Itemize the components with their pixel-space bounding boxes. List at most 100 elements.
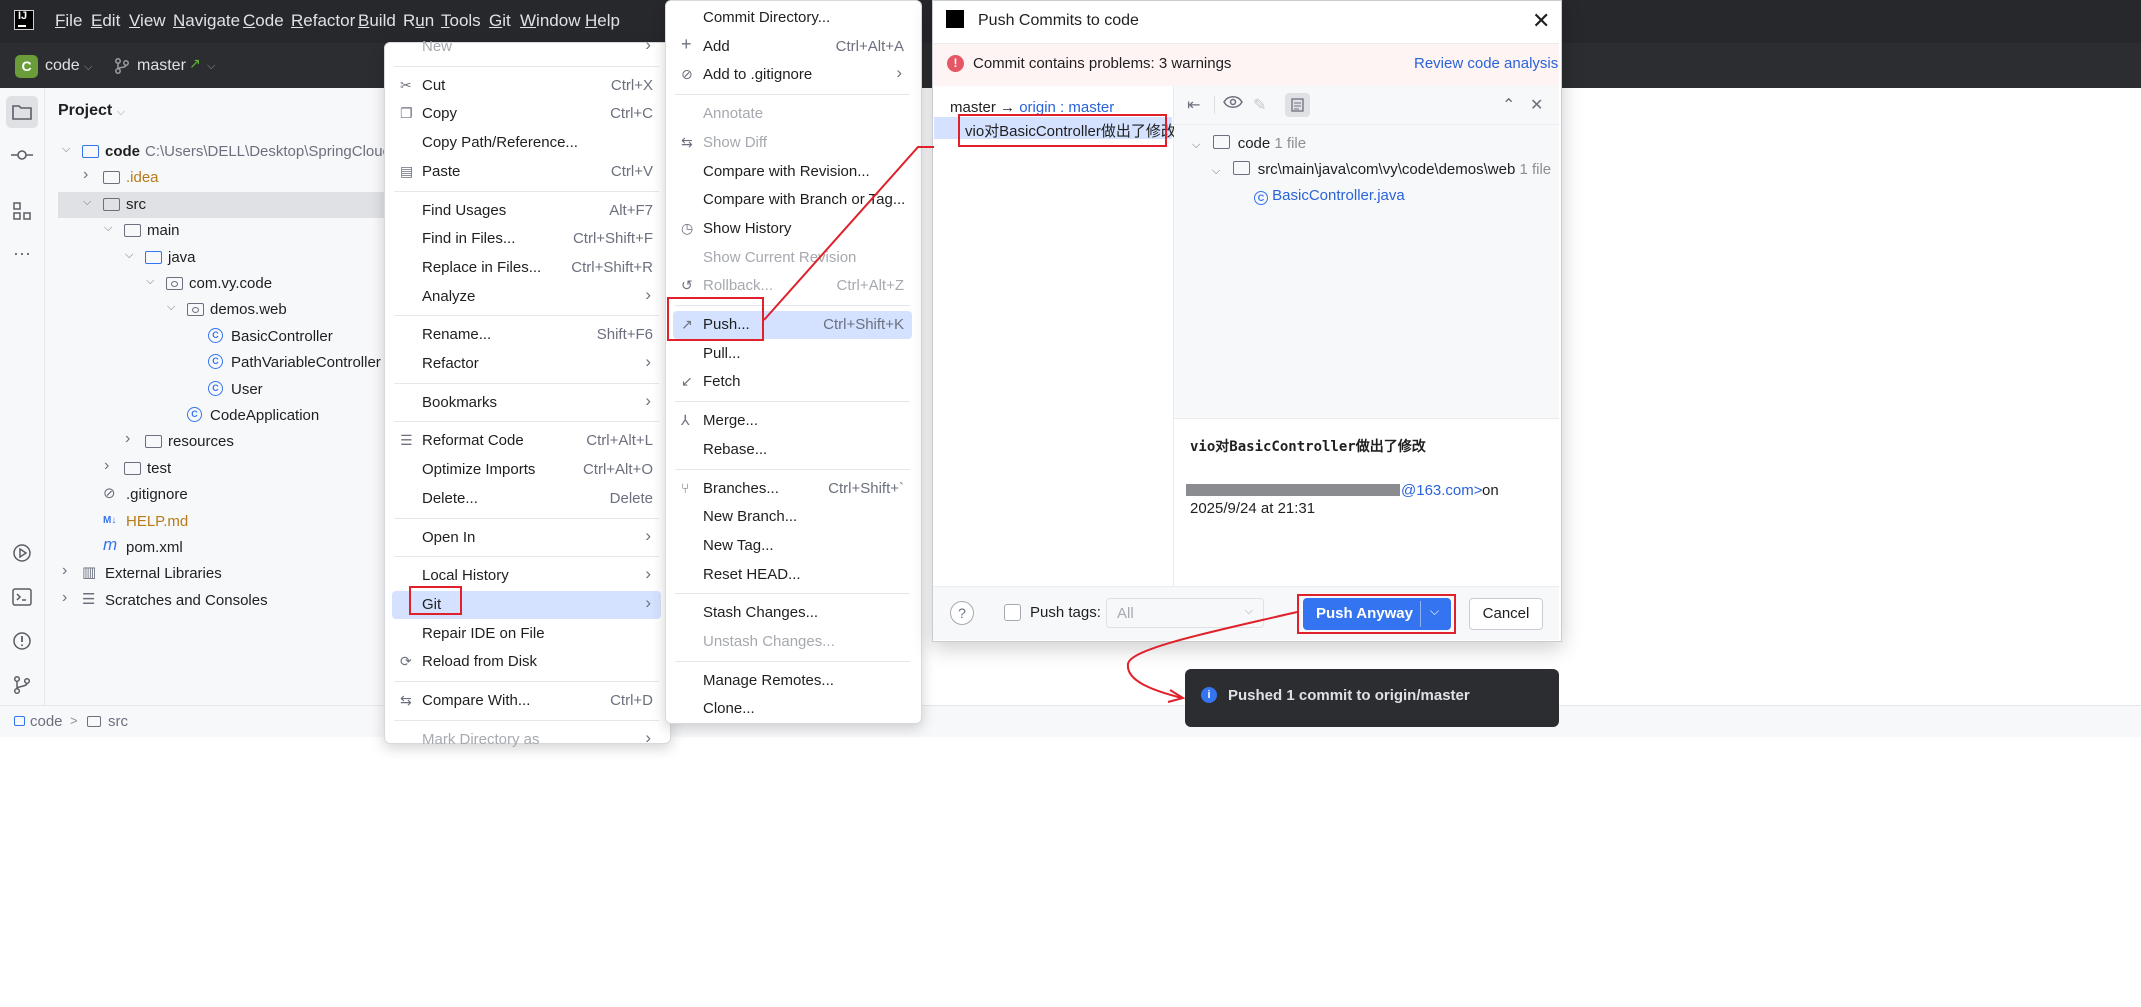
ctx-item-bookmarks[interactable]: Bookmarks ›	[392, 389, 661, 417]
git-item-new-branch[interactable]: New Branch...	[673, 503, 912, 531]
menu-help[interactable]: Help	[585, 11, 620, 31]
chevron-down-icon[interactable]: ⌵	[62, 143, 70, 156]
ctx-item-mark-directory-as[interactable]: Mark Directory as ›	[392, 726, 661, 754]
chevron-down-icon[interactable]: ⌵	[167, 301, 175, 314]
git-item-branches[interactable]: ⑂ Branches... Ctrl+Shift+`	[673, 475, 912, 503]
ctx-item-paste[interactable]: ▤ Paste Ctrl+V	[392, 158, 661, 186]
menu-build[interactable]: Build	[358, 11, 396, 31]
menu-window[interactable]: Window	[520, 11, 580, 31]
review-code-analysis-link[interactable]: Review code analysis	[1414, 55, 1558, 72]
ctx-item-refactor[interactable]: Refactor ›	[392, 350, 661, 378]
breadcrumb-src[interactable]: src	[108, 713, 128, 730]
ctx-item-find-in-files[interactable]: Find in Files... Ctrl+Shift+F	[392, 225, 661, 253]
chevron-right-icon[interactable]: ›	[104, 457, 109, 475]
git-item-clone[interactable]: Clone...	[673, 695, 912, 723]
intellij-logo-icon[interactable]: IJ	[12, 8, 36, 32]
ctx-item-open-in[interactable]: Open In ›	[392, 524, 661, 552]
ctx-item-find-usages[interactable]: Find Usages Alt+F7	[392, 197, 661, 225]
git-tool-icon[interactable]	[9, 672, 35, 698]
show-details-toggle[interactable]	[1285, 93, 1310, 117]
ctx-item-delete[interactable]: Delete... Delete	[392, 485, 661, 513]
tree-row-code[interactable]: ⌵ code C:\Users\DELL\Desktop\SpringCloud_9…	[58, 139, 416, 165]
tree-row-file[interactable]: C BasicController.java	[1254, 187, 1405, 205]
services-run-icon[interactable]	[9, 540, 35, 566]
menu-refactor[interactable]: Refactor	[291, 11, 355, 31]
menu-navigate[interactable]: Navigate	[173, 11, 240, 31]
git-item-reset-head[interactable]: Reset HEAD...	[673, 561, 912, 589]
ctx-item-cut[interactable]: ✂ Cut Ctrl+X	[392, 72, 661, 100]
terminal-icon[interactable]	[9, 584, 35, 610]
git-item-compare-with-branch-or-tag[interactable]: Compare with Branch or Tag...	[673, 186, 912, 214]
ctx-item-reload-from-disk[interactable]: ⟳ Reload from Disk	[392, 648, 661, 676]
tree-row-root[interactable]: ⌵ code 1 file	[1192, 135, 1306, 152]
git-item-merge[interactable]: ⅄ Merge...	[673, 407, 912, 435]
chevron-right-icon[interactable]: ›	[62, 589, 67, 607]
tree-row-gitignore[interactable]: ⊘ .gitignore	[58, 482, 385, 508]
tree-row-basiccontroller[interactable]: C BasicController	[58, 324, 385, 350]
git-item-add-to-gitignore[interactable]: ⊘ Add to .gitignore ›	[673, 61, 912, 89]
tree-row-pathvariablecontroller[interactable]: C PathVariableController	[58, 350, 385, 376]
project-panel-title[interactable]: Project ⌵	[58, 102, 125, 120]
ctx-item-repair-ide-on-file[interactable]: Repair IDE on File	[392, 620, 661, 648]
project-badge[interactable]: C	[15, 55, 38, 78]
git-item-new-tag[interactable]: New Tag...	[673, 532, 912, 560]
chevron-down-icon[interactable]: ⌵	[125, 249, 133, 262]
eye-icon[interactable]	[1223, 95, 1243, 114]
chevron-down-icon[interactable]: ⌵	[104, 222, 112, 235]
breadcrumb-code[interactable]: code	[30, 713, 63, 730]
author-email-link[interactable]: @163.com>	[1401, 482, 1483, 499]
menu-view[interactable]: View	[129, 11, 166, 31]
tree-row-demos-web[interactable]: ⌵ demos.web	[58, 297, 385, 323]
help-button[interactable]: ?	[950, 601, 974, 625]
git-item-stash-changes[interactable]: Stash Changes...	[673, 599, 912, 627]
tree-row-src[interactable]: ⌵ src	[58, 191, 385, 218]
branch-switcher[interactable]: master	[137, 57, 186, 75]
chevron-down-icon[interactable]: ⌵	[207, 60, 215, 73]
commit-tool-icon[interactable]	[9, 142, 35, 168]
chevron-down-icon[interactable]: ⌵	[146, 275, 154, 288]
ctx-item-rename[interactable]: Rename... Shift+F6	[392, 321, 661, 349]
chevron-right-icon[interactable]: ›	[62, 562, 67, 580]
git-item-add[interactable]: + Add Ctrl+Alt+A	[673, 33, 912, 61]
tree-row-resources[interactable]: › resources	[58, 429, 385, 455]
chevron-right-icon[interactable]: ›	[125, 430, 130, 448]
problems-icon[interactable]	[9, 628, 35, 654]
tree-row-external-libraries[interactable]: › ▥ External Libraries	[58, 561, 385, 587]
menu-run[interactable]: Run	[403, 11, 434, 31]
git-item-manage-remotes[interactable]: Manage Remotes...	[673, 667, 912, 695]
tree-row-main[interactable]: ⌵ main	[58, 218, 385, 244]
tree-row-codeapplication[interactable]: C CodeApplication	[58, 403, 385, 429]
collapse-all-icon[interactable]: ✕	[1530, 95, 1543, 115]
cancel-button[interactable]: Cancel	[1469, 598, 1543, 630]
ctx-item-optimize-imports[interactable]: Optimize Imports Ctrl+Alt+O	[392, 456, 661, 484]
menu-edit[interactable]: Edit	[91, 11, 120, 31]
edit-pencil-icon[interactable]: ✎	[1253, 95, 1266, 115]
project-tool-folder-icon[interactable]	[6, 96, 38, 128]
chevron-down-icon[interactable]: ⌵	[83, 196, 91, 209]
structure-tool-icon[interactable]	[9, 198, 35, 224]
menu-tools[interactable]: Tools	[441, 11, 481, 31]
tree-row-help-md[interactable]: M↓ HELP.md	[58, 509, 385, 535]
git-item-show-history[interactable]: ◷ Show History	[673, 215, 912, 243]
ctx-item-compare-with[interactable]: ⇆ Compare With... Ctrl+D	[392, 687, 661, 715]
menu-git[interactable]: Git	[489, 11, 511, 31]
ctx-item-new[interactable]: New ›	[392, 33, 661, 61]
menu-file[interactable]: File	[55, 11, 82, 31]
git-item-pull[interactable]: Pull...	[673, 340, 912, 368]
tree-row-java[interactable]: ⌵ java	[58, 245, 385, 271]
ctx-item-replace-in-files[interactable]: Replace in Files... Ctrl+Shift+R	[392, 254, 661, 282]
close-icon[interactable]: ✕	[1532, 8, 1550, 34]
expand-collapse-diff-icon[interactable]: ⇤	[1187, 95, 1200, 115]
tree-row-test[interactable]: › test	[58, 456, 385, 482]
more-tools-icon[interactable]: ···	[9, 240, 35, 266]
git-item-fetch[interactable]: ↙ Fetch	[673, 368, 912, 396]
expand-all-icon[interactable]: ⌃	[1502, 95, 1515, 115]
ctx-item-copy[interactable]: ❐ Copy Ctrl+C	[392, 100, 661, 128]
tree-row-dir[interactable]: ⌵ src\main\java\com\vy\code\demos\web 1 …	[1212, 161, 1551, 178]
git-item-commit-directory[interactable]: Commit Directory...	[673, 4, 912, 32]
tree-row-idea[interactable]: › .idea	[58, 165, 385, 191]
project-switcher[interactable]: code ⌵	[45, 57, 93, 75]
chevron-right-icon[interactable]: ›	[83, 166, 88, 184]
tree-row-user[interactable]: C User	[58, 377, 385, 403]
git-item-rebase[interactable]: Rebase...	[673, 436, 912, 464]
